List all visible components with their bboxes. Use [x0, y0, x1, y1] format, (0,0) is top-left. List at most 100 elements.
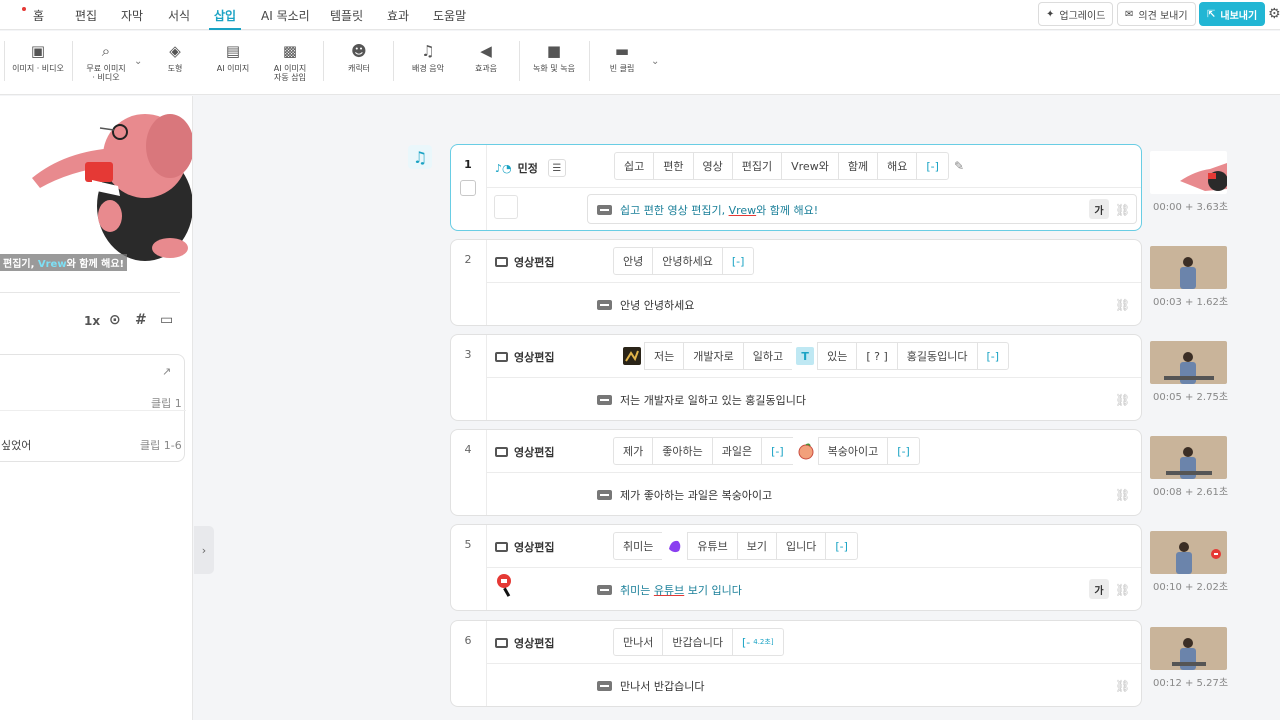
word-chip[interactable]: 일하고 — [742, 342, 794, 370]
clip-thumbnail[interactable] — [1150, 531, 1227, 574]
word-chip[interactable]: 영상 — [692, 152, 733, 180]
empty-clip-button[interactable]: ▬ 빈 클립 — [605, 43, 639, 73]
clip-thumbnail[interactable] — [1150, 151, 1227, 194]
silence-chip[interactable]: [-] — [721, 247, 755, 275]
clip-thumbnail[interactable] — [1150, 341, 1227, 384]
upgrade-button[interactable]: ✦ 업그레이드 — [1038, 2, 1114, 26]
text-style-button[interactable]: 가 — [1089, 579, 1109, 599]
sfx-button[interactable]: ◀ 효과음 — [468, 43, 504, 73]
list-item-text[interactable]: 싶었어 — [1, 437, 31, 453]
word-chip[interactable]: 편한 — [653, 152, 694, 180]
silence-chip[interactable]: [-] — [761, 437, 794, 465]
word-chip[interactable]: 있는 — [817, 342, 858, 370]
feedback-button[interactable]: ✉ 의견 보내기 — [1117, 2, 1196, 26]
open-external-icon[interactable]: ↗ — [162, 365, 171, 378]
menu-insert[interactable]: 삽입 — [214, 7, 236, 24]
bgm-track-icon[interactable]: ♫ — [408, 145, 432, 169]
clip-row[interactable]: 1 ♪◔ 민정 ☰ 쉽고 편한 영상 편집기 Vrew와 함께 해요 [-] ✎… — [450, 144, 1142, 231]
playback-speed[interactable]: 1x — [84, 314, 100, 328]
menu-help[interactable]: 도움말 — [433, 7, 466, 24]
chevron-down-icon[interactable]: ⌄ — [651, 56, 659, 67]
youtube-sticker-icon[interactable] — [494, 573, 518, 599]
subtitle-text[interactable]: 취미는 유튜브 보기 입니다 — [597, 582, 742, 598]
word-chip[interactable]: 저는 — [644, 342, 685, 370]
word-chip[interactable]: 반갑습니다 — [662, 628, 733, 656]
word-chip[interactable]: Vrew와 — [781, 152, 839, 180]
word-chip[interactable]: 만나서 — [613, 628, 664, 656]
silence-chip[interactable]: [-] — [887, 437, 920, 465]
screenshot-icon[interactable]: ⊙ — [109, 312, 121, 328]
menu-ai-voice[interactable]: AI 목소리 — [261, 7, 310, 24]
link-icon[interactable]: ⛓ — [1115, 393, 1130, 407]
caption-toggle-icon[interactable]: ▭ — [160, 312, 173, 328]
clip-thumbnail[interactable] — [1150, 246, 1227, 289]
link-icon[interactable]: ⛓ — [1115, 488, 1130, 502]
clip-ref[interactable]: 클립 1 — [151, 395, 182, 411]
export-button[interactable]: ⇱ 내보내기 — [1199, 2, 1266, 26]
word-chip[interactable]: 해요 — [877, 152, 918, 180]
menu-edit[interactable]: 편집 — [75, 7, 97, 24]
link-icon[interactable]: ⛓ — [1115, 583, 1130, 597]
clip-row[interactable]: 2 영상편집 안녕 안녕하세요 [-] 안녕 안녕하세요 ⛓ — [450, 239, 1142, 326]
clip-checkbox[interactable] — [460, 180, 476, 196]
word-chip[interactable]: 좋아하는 — [652, 437, 713, 465]
speaker-label[interactable]: 영상편집 — [495, 444, 554, 460]
pencil-icon[interactable]: ✎ — [954, 159, 964, 173]
silence-chip[interactable]: [-] — [916, 152, 949, 180]
subtitle-text[interactable]: 안녕 안녕하세요 — [597, 297, 694, 313]
clip-row[interactable]: 4 영상편집 제가 좋아하는 과일은 [-] 복숭아이고 [-] 제가 좋아하는… — [450, 429, 1142, 516]
subtitle-text[interactable]: 쉽고 편한 영상 편집기, Vrew와 함께 해요! — [597, 202, 818, 218]
link-icon[interactable]: ⛓ — [1115, 679, 1130, 693]
collapse-sidebar-button[interactable]: › — [194, 526, 214, 574]
word-chip[interactable]: 편집기 — [731, 152, 783, 180]
word-chip[interactable]: 개발자로 — [683, 342, 744, 370]
clip-ref[interactable]: 클립 1-6 — [140, 437, 182, 453]
word-chip[interactable]: 보기 — [736, 532, 777, 560]
clip-thumbnail[interactable] — [1150, 627, 1227, 670]
ai-image-button[interactable]: ▤ AI 이미지 — [212, 43, 254, 73]
speaker-label[interactable]: 영상편집 — [495, 635, 554, 651]
record-button[interactable]: ■ 녹화 및 녹음 — [530, 43, 578, 73]
menu-subtitle[interactable]: 자막 — [121, 7, 143, 24]
word-chip[interactable]: 안녕하세요 — [652, 247, 723, 275]
video-preview[interactable]: 편집기, Vrew와 함께 해요! — [0, 96, 192, 274]
word-chip[interactable]: 제가 — [613, 437, 654, 465]
menu-format[interactable]: 서식 — [168, 7, 190, 24]
clip-row[interactable]: 5 영상편집 취미는 유튜브 보기 입니다 [-] 취미는 유튜브 보기 입니다… — [450, 524, 1142, 611]
speaker-label[interactable]: ♪◔ 민정 ☰ — [495, 159, 566, 177]
chevron-down-icon[interactable]: ⌄ — [134, 56, 142, 67]
peach-sticker-chip[interactable] — [792, 437, 819, 465]
image-video-button[interactable]: ▣ 이미지 · 비디오 — [10, 43, 66, 73]
word-chip[interactable]: 안녕 — [613, 247, 654, 275]
ai-auto-insert-button[interactable]: ▩ AI 이미지 자동 삽입 — [268, 43, 312, 82]
menu-effects[interactable]: 효과 — [387, 7, 409, 24]
text-style-button[interactable]: 가 — [1089, 199, 1109, 219]
image-sticker-chip[interactable] — [619, 342, 645, 370]
word-chip[interactable]: 쉽고 — [614, 152, 655, 180]
character-button[interactable]: ☻ 캐릭터 — [340, 43, 378, 73]
bgm-button[interactable]: ♫ 배경 음악 — [406, 43, 450, 73]
link-icon[interactable]: ⛓ — [1115, 298, 1130, 312]
silence-chip[interactable]: [- 4.2초] — [731, 628, 784, 656]
speaker-label[interactable]: 영상편집 — [495, 539, 554, 555]
text-sticker-chip[interactable]: T — [792, 342, 819, 370]
silence-chip[interactable]: [-] — [825, 532, 858, 560]
menu-template[interactable]: 템플릿 — [330, 7, 363, 24]
menu-home[interactable]: 홈 — [33, 7, 44, 24]
grid-icon[interactable]: # — [135, 312, 147, 328]
word-chip[interactable]: 입니다 — [776, 532, 827, 560]
subtitle-text[interactable]: 제가 좋아하는 과일은 복숭아이고 — [597, 487, 772, 503]
speaker-settings-icon[interactable]: ☰ — [547, 159, 566, 177]
word-chip[interactable]: 취미는 — [613, 532, 664, 560]
subtitle-text[interactable]: 만나서 반갑습니다 — [597, 678, 704, 694]
speaker-label[interactable]: 영상편집 — [495, 254, 554, 270]
free-image-button[interactable]: ⌕ 무료 이미지 · 비디오 — [82, 43, 130, 82]
clip-row[interactable]: 3 영상편집 저는 개발자로 일하고 T 있는 [ ? ] 홍길동입니다 [-]… — [450, 334, 1142, 421]
gear-icon[interactable]: ⚙ — [1268, 6, 1280, 22]
word-chip[interactable]: 함께 — [837, 152, 879, 180]
word-chip[interactable]: [ ? ] — [856, 342, 898, 370]
clip-thumbnail[interactable] — [1150, 436, 1227, 479]
media-slot[interactable] — [494, 195, 518, 219]
silence-chip[interactable]: [-] — [976, 342, 1010, 370]
word-chip[interactable]: 유튜브 — [687, 532, 738, 560]
